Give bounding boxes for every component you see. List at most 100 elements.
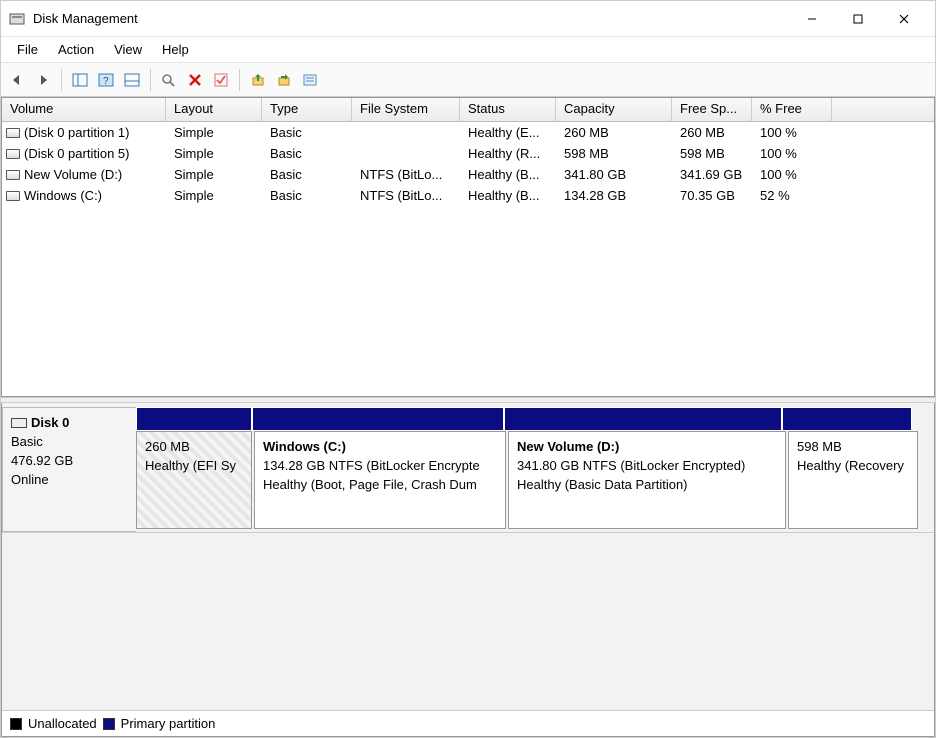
cell-layout: Simple (166, 146, 262, 161)
toggle-bottom-button[interactable] (120, 68, 144, 92)
svg-text:?: ? (103, 76, 109, 87)
table-row[interactable]: Windows (C:) SimpleBasicNTFS (BitLo...Hea… (2, 185, 934, 206)
disk-bar-segment (136, 407, 252, 431)
cell-capacity: 260 MB (556, 125, 672, 140)
partition-size: 598 MB (797, 438, 909, 457)
back-button[interactable] (5, 68, 29, 92)
cell-layout: Simple (166, 167, 262, 182)
cell-freespace: 260 MB (672, 125, 752, 140)
volume-icon (6, 149, 20, 159)
window-title: Disk Management (33, 11, 789, 26)
disk-label: Disk 0 (31, 415, 69, 430)
help-button[interactable]: ? (94, 68, 118, 92)
disk-state: Online (11, 471, 128, 490)
export-button[interactable] (272, 68, 296, 92)
cell-volume: Windows (C:) (24, 188, 102, 203)
minimize-button[interactable] (789, 3, 835, 35)
app-icon (9, 11, 25, 27)
cell-layout: Simple (166, 125, 262, 140)
disk-info[interactable]: Disk 0 Basic 476.92 GB Online (2, 407, 136, 532)
column-status[interactable]: Status (460, 98, 556, 121)
cell-pctfree: 100 % (752, 146, 832, 161)
volume-list: Volume Layout Type File System Status Ca… (1, 97, 935, 397)
menu-action[interactable]: Action (48, 38, 104, 61)
legend-label-primary: Primary partition (121, 716, 216, 731)
disk-bar-segment (504, 407, 782, 431)
cell-filesystem: NTFS (BitLo... (352, 188, 460, 203)
disk-empty-area (2, 533, 934, 710)
maximize-button[interactable] (835, 3, 881, 35)
disk-size: 476.92 GB (11, 452, 128, 471)
close-button[interactable] (881, 3, 927, 35)
partition-box[interactable]: Windows (C:)134.28 GB NTFS (BitLocker En… (254, 431, 506, 529)
forward-button[interactable] (31, 68, 55, 92)
rescan-button[interactable] (157, 68, 181, 92)
column-filesystem[interactable]: File System (352, 98, 460, 121)
partition-name: Windows (C:) (263, 438, 497, 457)
legend-label-unallocated: Unallocated (28, 716, 97, 731)
disk-bar-segment (252, 407, 504, 431)
cell-volume: New Volume (D:) (24, 167, 122, 182)
legend-swatch-primary (103, 718, 115, 730)
delete-button[interactable] (183, 68, 207, 92)
cell-pctfree: 100 % (752, 167, 832, 182)
menu-file[interactable]: File (7, 38, 48, 61)
cell-filesystem: NTFS (BitLo... (352, 167, 460, 182)
volume-icon (6, 128, 20, 138)
cell-capacity: 341.80 GB (556, 167, 672, 182)
table-row[interactable]: New Volume (D:)SimpleBasicNTFS (BitLo...… (2, 164, 934, 185)
disk-icon (11, 418, 27, 428)
show-hide-tree-button[interactable] (68, 68, 92, 92)
disk-bar-segment (782, 407, 912, 431)
cell-status: Healthy (B... (460, 167, 556, 182)
cell-freespace: 341.69 GB (672, 167, 752, 182)
cell-freespace: 598 MB (672, 146, 752, 161)
cell-layout: Simple (166, 188, 262, 203)
table-header: Volume Layout Type File System Status Ca… (2, 98, 934, 122)
legend: Unallocated Primary partition (2, 710, 934, 736)
disk-type: Basic (11, 433, 128, 452)
column-type[interactable]: Type (262, 98, 352, 121)
check-button[interactable] (209, 68, 233, 92)
cell-pctfree: 52 % (752, 188, 832, 203)
partition-box[interactable]: 598 MBHealthy (Recovery (788, 431, 918, 529)
cell-pctfree: 100 % (752, 125, 832, 140)
import-button[interactable] (246, 68, 270, 92)
partition-name: New Volume (D:) (517, 438, 777, 457)
cell-capacity: 598 MB (556, 146, 672, 161)
cell-type: Basic (262, 146, 352, 161)
cell-volume: (Disk 0 partition 1) (24, 125, 129, 140)
properties-button[interactable] (298, 68, 322, 92)
volume-icon (6, 191, 20, 201)
disk-row[interactable]: Disk 0 Basic 476.92 GB Online 260 MBHeal… (2, 403, 934, 533)
cell-status: Healthy (B... (460, 188, 556, 203)
table-row[interactable]: (Disk 0 partition 1)SimpleBasicHealthy (… (2, 122, 934, 143)
partition-size: 260 MB (145, 438, 243, 457)
toolbar: ? (1, 63, 935, 97)
column-volume[interactable]: Volume (2, 98, 166, 121)
column-freespace[interactable]: Free Sp... (672, 98, 752, 121)
column-capacity[interactable]: Capacity (556, 98, 672, 121)
menubar: File Action View Help (1, 37, 935, 63)
table-row[interactable]: (Disk 0 partition 5) SimpleBasic Healthy (… (2, 143, 934, 164)
volume-icon (6, 170, 20, 180)
partition-status: Healthy (Basic Data Partition) (517, 476, 777, 495)
cell-type: Basic (262, 188, 352, 203)
partition-status: Healthy (EFI Sy (145, 457, 243, 476)
legend-swatch-unallocated (10, 718, 22, 730)
partition-status: Healthy (Recovery (797, 457, 909, 476)
disk-map-pane: Disk 0 Basic 476.92 GB Online 260 MBHeal… (1, 403, 935, 737)
partition-box[interactable]: 260 MBHealthy (EFI Sy (136, 431, 252, 529)
cell-status: Healthy (R... (460, 146, 556, 161)
cell-freespace: 70.35 GB (672, 188, 752, 203)
menu-view[interactable]: View (104, 38, 152, 61)
cell-volume: (Disk 0 partition 5) (24, 146, 129, 161)
partition-box[interactable]: New Volume (D:)341.80 GB NTFS (BitLocker… (508, 431, 786, 529)
partition-status: Healthy (Boot, Page File, Crash Dum (263, 476, 497, 495)
column-spacer (832, 98, 934, 121)
partition-size: 134.28 GB NTFS (BitLocker Encrypte (263, 457, 497, 476)
column-pctfree[interactable]: % Free (752, 98, 832, 121)
cell-capacity: 134.28 GB (556, 188, 672, 203)
column-layout[interactable]: Layout (166, 98, 262, 121)
menu-help[interactable]: Help (152, 38, 199, 61)
